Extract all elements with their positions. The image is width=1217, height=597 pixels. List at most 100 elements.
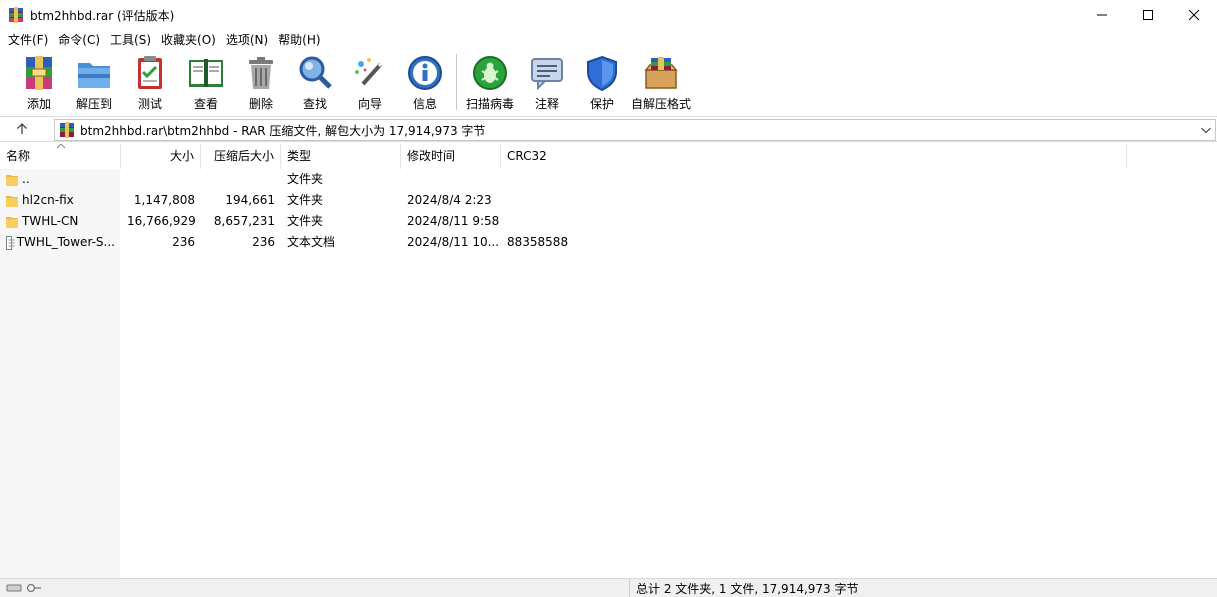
address-row: btm2hhbd.rar\btm2hhbd - RAR 压缩文件, 解包大小为 … xyxy=(0,116,1217,142)
column-header-size[interactable]: 大小 xyxy=(121,144,201,169)
list-item[interactable]: TWHL-CN 16,766,929 8,657,231 文件夹 2024/8/… xyxy=(0,211,1217,232)
menu-help[interactable]: 帮助(H) xyxy=(273,30,325,50)
arrow-up-icon xyxy=(17,123,27,134)
info-label: 信息 xyxy=(412,97,437,111)
address-dropdown-button[interactable] xyxy=(1199,123,1213,137)
winrar-app-icon[interactable] xyxy=(8,7,24,23)
comment-button[interactable]: 注释 xyxy=(519,50,575,112)
up-folder-button[interactable] xyxy=(0,117,44,141)
list-item[interactable]: .. 文件夹 xyxy=(0,169,1217,190)
file-packed-size: 194,661 xyxy=(225,193,275,207)
file-packed-size: 236 xyxy=(252,235,275,249)
file-modified: 2024/8/11 10... xyxy=(407,235,500,249)
menu-favorites[interactable]: 收藏夹(O) xyxy=(156,30,221,50)
column-header-crc32[interactable]: CRC32 xyxy=(501,144,1127,169)
minimize-icon xyxy=(1097,14,1107,16)
list-item[interactable]: hl2cn-fix 1,147,808 194,661 文件夹 2024/8/4… xyxy=(0,190,1217,211)
add-archive-icon xyxy=(20,54,58,92)
chevron-down-icon xyxy=(1201,127,1211,134)
file-packed-size: 8,657,231 xyxy=(213,214,275,228)
file-crc xyxy=(501,169,601,190)
trash-icon xyxy=(242,54,280,92)
column-header-modified[interactable]: 修改时间 xyxy=(401,144,501,169)
view-button[interactable]: 查看 xyxy=(178,50,234,112)
folder-icon xyxy=(6,215,18,229)
address-bar[interactable]: btm2hhbd.rar\btm2hhbd - RAR 压缩文件, 解包大小为 … xyxy=(54,119,1216,141)
info-icon xyxy=(406,54,444,92)
scan-virus-label: 扫描病毒 xyxy=(465,97,514,111)
file-size: 16,766,929 xyxy=(127,214,196,228)
close-icon xyxy=(1188,9,1200,21)
comment-icon xyxy=(528,54,566,92)
menu-commands[interactable]: 命令(C) xyxy=(53,30,105,50)
file-name: hl2cn-fix xyxy=(22,193,74,207)
sfx-button[interactable]: 自解压格式 xyxy=(629,50,693,112)
menu-bar: 文件(F) 命令(C) 工具(S) 收藏夹(O) 选项(N) 帮助(H) xyxy=(0,30,1217,50)
sfx-label: 自解压格式 xyxy=(630,97,691,111)
find-label: 查找 xyxy=(302,97,327,111)
file-modified: 2024/8/4 2:23 xyxy=(407,193,492,207)
wizard-label: 向导 xyxy=(357,97,382,111)
status-bar: 总计 2 文件夹, 1 文件, 17,914,973 字节 xyxy=(0,578,1217,597)
rar-archive-icon xyxy=(59,122,75,138)
column-name-label: 名称 xyxy=(6,149,31,163)
info-button[interactable]: 信息 xyxy=(398,50,452,112)
shield-icon xyxy=(583,54,621,92)
file-crc xyxy=(501,211,601,232)
maximize-icon xyxy=(1143,10,1153,20)
file-modified: 2024/8/11 9:58 xyxy=(407,214,500,228)
toolbar: 添加 解压到 测试 查看 删除 查找 向导 信息 扫描病毒 注释 保护 自解压格… xyxy=(0,50,1217,114)
extract-to-label: 解压到 xyxy=(75,97,112,111)
maximize-button[interactable] xyxy=(1125,0,1171,30)
file-packed-size xyxy=(201,169,281,190)
window-title: btm2hhbd.rar (评估版本) xyxy=(30,8,175,23)
file-list: .. 文件夹 hl2cn-fix 1,147,808 194,661 文件夹 2… xyxy=(0,169,1217,578)
toolbar-separator xyxy=(456,54,457,110)
menu-file[interactable]: 文件(F) xyxy=(0,30,53,50)
column-header-name[interactable]: 名称 xyxy=(0,144,121,169)
view-book-icon xyxy=(187,54,225,92)
list-item[interactable]: TWHL_Tower-S... 236 236 文本文档 2024/8/11 1… xyxy=(0,232,1217,253)
file-size xyxy=(121,169,201,190)
test-label: 测试 xyxy=(137,97,162,111)
wizard-button[interactable]: 向导 xyxy=(342,50,398,112)
folder-icon xyxy=(6,194,18,208)
title-bar: btm2hhbd.rar (评估版本) xyxy=(0,0,1217,30)
file-type: 文本文档 xyxy=(287,235,336,249)
add-button[interactable]: 添加 xyxy=(12,50,66,112)
file-type: 文件夹 xyxy=(287,214,324,228)
file-name: TWHL_Tower-S... xyxy=(16,235,115,249)
wizard-wand-icon xyxy=(351,54,389,92)
test-button[interactable]: 测试 xyxy=(122,50,178,112)
file-crc xyxy=(501,190,601,211)
scan-virus-button[interactable]: 扫描病毒 xyxy=(461,50,519,112)
close-button[interactable] xyxy=(1171,0,1217,30)
menu-options[interactable]: 选项(N) xyxy=(221,30,273,50)
find-button[interactable]: 查找 xyxy=(288,50,342,112)
extract-folder-icon xyxy=(75,54,113,92)
delete-button[interactable]: 删除 xyxy=(234,50,288,112)
file-modified xyxy=(401,169,501,190)
sfx-box-icon xyxy=(642,54,680,92)
address-path: btm2hhbd.rar\btm2hhbd - RAR 压缩文件, 解包大小为 … xyxy=(80,123,486,138)
file-crc: 88358588 xyxy=(507,235,569,249)
column-header-packed-size[interactable]: 压缩后大小 xyxy=(201,144,281,169)
test-clipboard-icon xyxy=(131,54,169,92)
column-header-type[interactable]: 类型 xyxy=(281,144,401,169)
file-size: 236 xyxy=(172,235,195,249)
protect-button[interactable]: 保护 xyxy=(575,50,629,112)
virus-scan-icon xyxy=(471,54,509,92)
add-button-label: 添加 xyxy=(26,97,51,111)
delete-label: 删除 xyxy=(248,97,273,111)
file-type: 文件夹 xyxy=(287,193,324,207)
protect-label: 保护 xyxy=(589,97,614,111)
minimize-button[interactable] xyxy=(1079,0,1125,30)
menu-tools[interactable]: 工具(S) xyxy=(105,30,156,50)
view-label: 查看 xyxy=(193,97,218,111)
sort-ascending-icon xyxy=(56,144,66,149)
status-left-pane xyxy=(0,578,630,597)
window-controls xyxy=(1079,0,1217,30)
drive-key-icon xyxy=(6,583,41,593)
extract-to-button[interactable]: 解压到 xyxy=(66,50,122,112)
file-name: .. xyxy=(22,172,30,186)
